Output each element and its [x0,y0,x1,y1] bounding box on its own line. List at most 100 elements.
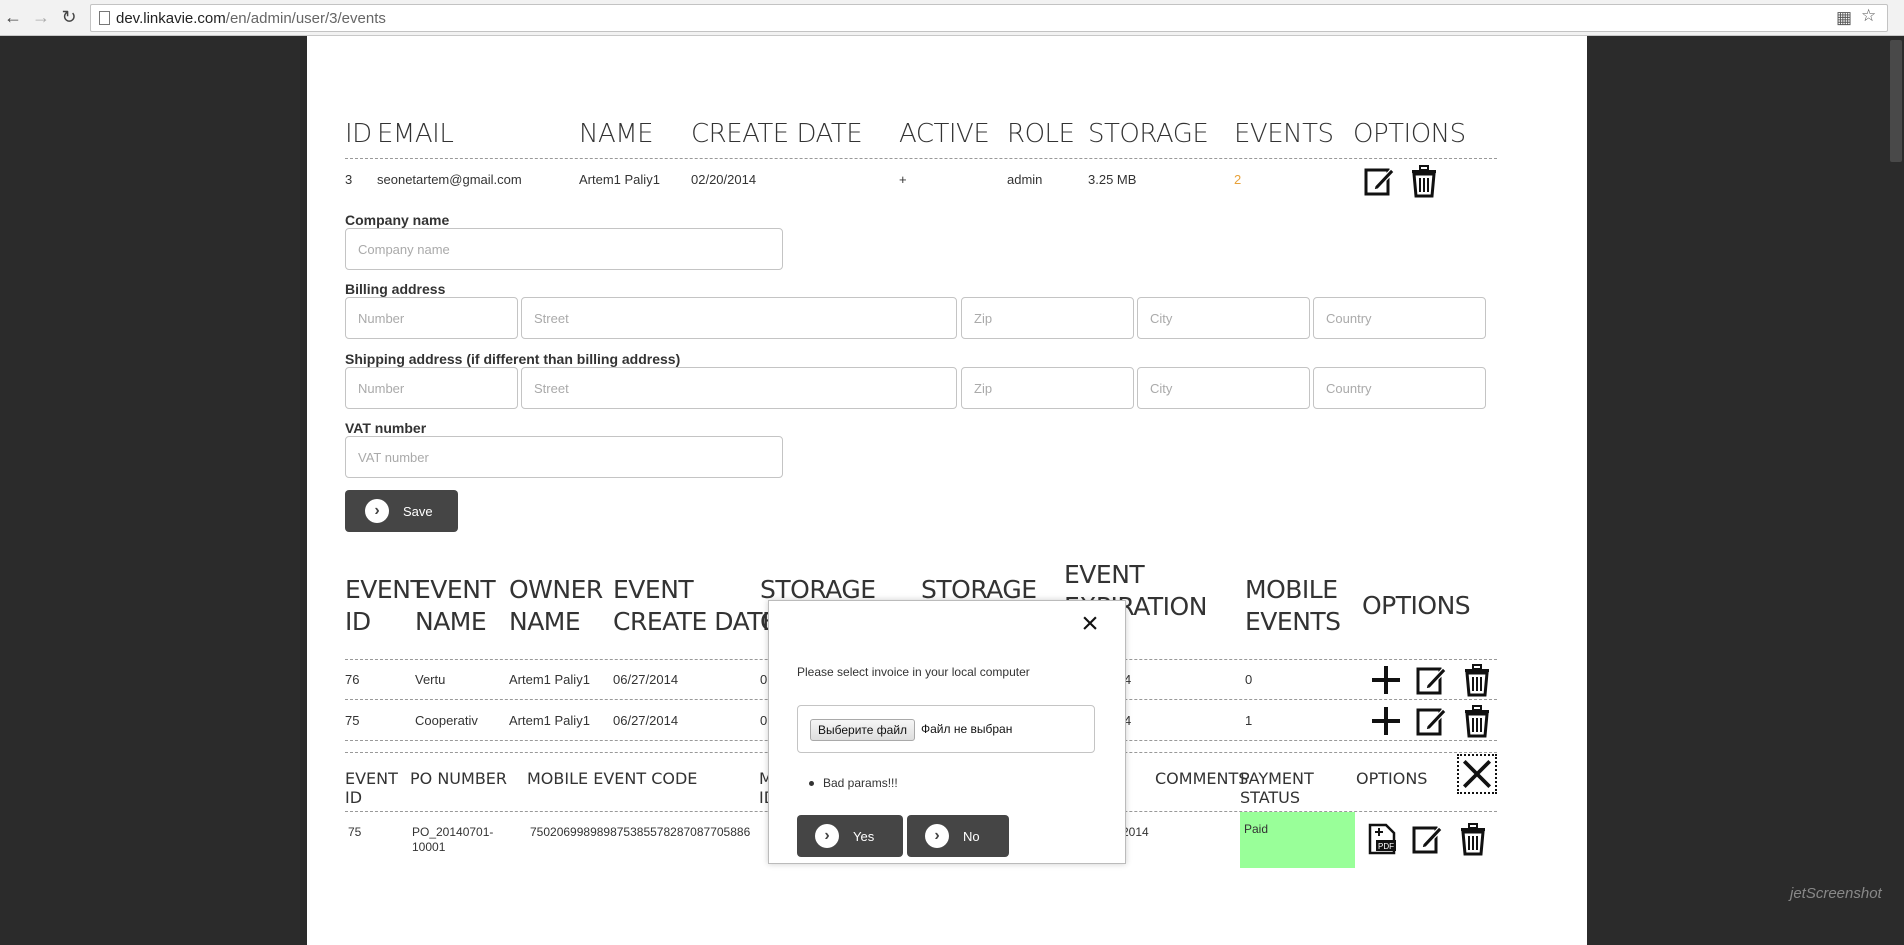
events-header-options: OPTIONS [1362,591,1471,620]
close-icon[interactable]: × [1075,609,1105,639]
invoice-header-event-id-1: EVENT [345,769,398,788]
events-header-create-2: CREATE DATE [613,607,778,636]
plus-icon[interactable] [1369,704,1403,738]
events-header-event-id-2: ID [345,607,371,636]
back-icon[interactable]: ← [2,6,24,28]
url-host: dev.linkavie.com [116,10,226,27]
event-mobile: 1 [1245,713,1253,728]
scrollbar[interactable] [1887,36,1904,945]
close-icon[interactable] [1457,754,1497,794]
payment-status-badge: Paid [1240,812,1355,868]
events-header-mobile-2: EVENTS [1245,607,1341,636]
user-id: 3 [345,172,353,187]
event-owner: Artem1 Paliy1 [509,713,590,728]
scrollbar-thumb[interactable] [1890,40,1902,162]
billing-label: Billing address [345,281,446,297]
watermark: jetScreenshot [1790,885,1882,902]
header-id: ID [345,119,372,149]
edit-icon[interactable] [1415,704,1449,738]
error-message: Bad params!!! [809,776,898,790]
invoice-header-code: MOBILE EVENT CODE [527,769,698,788]
event-name: Cooperativ [415,713,478,728]
invoice-header-payment-2: STATUS [1240,788,1301,807]
user-name: Artem1 Paliy1 [579,172,660,187]
shipping-city-input[interactable] [1137,367,1310,409]
event-mobile: 0 [1245,672,1253,687]
invoice-header-options: OPTIONS [1356,769,1428,788]
url-path: /en/admin/user/3/events [225,10,386,27]
chevron-right-icon: › [815,824,839,848]
invoice-po-line1: PO_20140701- [412,825,494,839]
shipping-zip-input[interactable] [961,367,1134,409]
save-button[interactable]: › Save [345,490,458,532]
trash-icon[interactable] [1460,704,1494,738]
invoice-year: 2014 [1122,825,1149,839]
address-bar[interactable]: dev.linkavie.com/en/admin/user/3/events … [90,4,1888,32]
modal-message: Please select invoice in your local comp… [797,665,1030,679]
no-button[interactable]: › No [907,815,1009,857]
event-id: 76 [345,672,360,687]
trash-icon[interactable] [1460,663,1494,697]
browser-toolbar: ← → ↻ dev.linkavie.com/en/admin/user/3/e… [0,0,1904,36]
invoice-po-line2: 10001 [412,840,446,854]
header-storage: STORAGE [1088,119,1209,149]
shipping-street-input[interactable] [521,367,957,409]
event-owner: Artem1 Paliy1 [509,672,590,687]
billing-city-input[interactable] [1137,297,1310,339]
events-header-expiration-1: EVENT [1064,560,1145,589]
translate-icon[interactable]: ▦ [1836,8,1852,28]
events-header-create-1: EVENT [613,575,694,604]
header-name: NAME [579,119,654,149]
edit-icon[interactable] [1363,164,1397,198]
events-header-event-id-1: EVENT [345,575,426,604]
forward-icon[interactable]: → [30,6,52,28]
shipping-label: Shipping address (if different than bill… [345,351,681,367]
billing-number-input[interactable] [345,297,518,339]
company-name-input[interactable] [345,228,783,270]
event-date: 06/27/2014 [613,713,679,728]
save-label: Save [403,503,433,519]
star-icon[interactable]: ☆ [1861,6,1876,26]
invoice-code: 750206998989875385578287087705886 [530,825,751,839]
edit-icon[interactable] [1411,822,1445,856]
vat-number-input[interactable] [345,436,783,478]
chevron-right-icon: › [925,824,949,848]
invoice-header-payment-1: PAYMENT [1240,769,1314,788]
header-events: EVENTS [1234,119,1334,149]
svg-text:PDF: PDF [1378,842,1394,851]
file-status-text: Файл не выбран [921,722,1013,736]
header-active: ACTIVE [899,119,990,149]
reload-icon[interactable]: ↻ [58,6,80,28]
pdf-icon[interactable]: PDF [1366,822,1400,856]
vat-label: VAT number [345,420,427,436]
user-active: + [899,172,907,187]
billing-country-input[interactable] [1313,297,1486,339]
shipping-number-input[interactable] [345,367,518,409]
shipping-country-input[interactable] [1313,367,1486,409]
page-icon [99,11,110,25]
file-input[interactable]: Выберите файл Файл не выбран [797,705,1095,753]
yes-button[interactable]: › Yes [797,815,903,857]
user-storage: 3.25 MB [1088,172,1137,187]
divider [345,158,1497,159]
chevron-right-icon: › [365,499,389,523]
billing-street-input[interactable] [521,297,957,339]
no-label: No [963,828,980,844]
user-role: admin [1007,172,1043,187]
trash-icon[interactable] [1407,164,1441,198]
billing-zip-input[interactable] [961,297,1134,339]
header-options: OPTIONS [1353,119,1466,149]
user-events-link[interactable]: 2 [1234,172,1241,187]
events-header-name-1: EVENT [415,575,496,604]
event-date: 06/27/2014 [613,672,679,687]
header-create-date: CREATE DATE [691,119,863,149]
choose-file-button[interactable]: Выберите файл [810,719,916,741]
invoice-header-po: PO NUMBER [410,769,508,788]
trash-icon[interactable] [1456,822,1490,856]
upload-invoice-modal: × Please select invoice in your local co… [768,600,1126,864]
user-create-date: 02/20/2014 [691,172,757,187]
invoice-header-event-id-2: ID [345,788,363,807]
plus-icon[interactable] [1369,663,1403,697]
header-role: ROLE [1007,119,1075,149]
edit-icon[interactable] [1415,663,1449,697]
